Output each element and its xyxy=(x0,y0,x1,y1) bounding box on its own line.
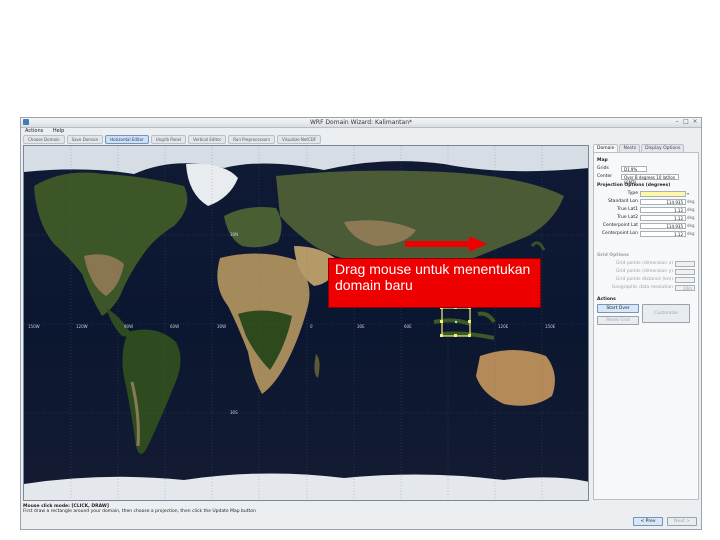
grids-select[interactable]: D1.9% xyxy=(621,165,647,172)
tab-run-preprocessors[interactable]: Run Preprocessors xyxy=(228,135,276,144)
domain-center-point xyxy=(454,320,458,324)
grid-y-input[interactable] xyxy=(675,268,695,275)
centerpoint-lon-label: Centerpoint Lon xyxy=(601,231,638,236)
reset-grid-button[interactable]: Reset Grid xyxy=(597,316,639,325)
customize-button[interactable]: Customize xyxy=(642,304,690,323)
window-title: WRF Domain Wizard: Kalimantan* xyxy=(309,119,413,126)
dropdown-arrow-icon[interactable]: ▾ xyxy=(686,191,695,196)
true-lat1-label: True Lat1 xyxy=(617,207,638,212)
standard-lon-label: Standard Lon xyxy=(608,199,638,204)
tab-ungrib-panel[interactable]: Ungrib Panel xyxy=(150,135,187,144)
type-label: Type xyxy=(627,191,638,196)
true-lat2-unit: deg xyxy=(687,215,695,220)
geo-resolution-select[interactable]: 10m xyxy=(675,284,695,291)
domain-options-panel: Domain Nests Display Options Map Grids D… xyxy=(593,144,699,502)
lon-label-30w: 30W xyxy=(217,324,227,329)
next-button[interactable]: Next > xyxy=(667,517,697,526)
wizard-nav: < Prev Next > xyxy=(633,517,697,526)
tab-save-domain[interactable]: Save Domain xyxy=(66,135,104,144)
world-map-canvas[interactable]: 150W 120W 90W 60W 30W 0 30E 60E 120E 150… xyxy=(23,145,589,501)
centerpoint-lat-input[interactable]: 114.935 xyxy=(640,222,686,229)
tab-choose-domain[interactable]: Choose Domain xyxy=(23,135,65,144)
lon-label-150w: 150W xyxy=(28,324,40,329)
standard-lon-unit: deg xyxy=(687,199,695,204)
actions-section-title: Actions xyxy=(597,297,616,302)
menu-actions[interactable]: Actions xyxy=(25,128,43,134)
step-tabs: Choose Domain Save Domain Horizontal Edi… xyxy=(23,135,322,144)
projection-section-title: Projection Options (degrees) xyxy=(597,183,671,188)
lon-label-90w: 90W xyxy=(124,324,134,329)
grid-x-label: Grid points (dimension x) xyxy=(615,261,673,266)
centerpoint-lon-unit: deg xyxy=(687,231,695,236)
instruction-text: First draw a rectangle around your domai… xyxy=(23,509,256,514)
lon-label-30e: 30E xyxy=(357,324,365,329)
menu-help[interactable]: Help xyxy=(53,128,64,134)
grid-options-title: Grid Options xyxy=(597,253,629,258)
grid-distance-label: Grid points distance (km) xyxy=(615,277,673,282)
grids-label: Grids xyxy=(597,166,609,171)
menu-bar: Actions Help xyxy=(21,127,701,135)
tab-horizontal-editor[interactable]: Horizontal Editor xyxy=(105,135,149,144)
start-over-button[interactable]: Start Over xyxy=(597,304,639,313)
tab-domain[interactable]: Domain xyxy=(593,144,619,152)
wrf-domain-wizard-window: WRF Domain Wizard: Kalimantan* – □ × Act… xyxy=(20,117,702,530)
tab-visualize-netcdf[interactable]: Visualize NetCDF xyxy=(277,135,322,144)
grid-y-label: Grid points (dimension y) xyxy=(615,269,673,274)
standard-lon-input[interactable]: 114.935 xyxy=(640,198,686,205)
red-arrow-icon xyxy=(405,236,487,252)
status-area: Mouse click mode: [CLICK, DRAW] First dr… xyxy=(23,504,699,520)
lon-label-60e: 60E xyxy=(404,324,412,329)
centerpoint-lat-unit: deg xyxy=(687,223,695,228)
true-lat1-input[interactable]: 1.12 xyxy=(640,206,686,213)
lat-label-30s: 30S xyxy=(230,410,238,415)
lon-label-120e: 120E xyxy=(498,324,509,329)
minimize-icon[interactable]: – xyxy=(674,119,680,125)
map-section-title: Map xyxy=(597,158,608,163)
tab-nests[interactable]: Nests xyxy=(619,144,641,152)
grid-x-input[interactable] xyxy=(675,260,695,267)
lon-label-150e: 150E xyxy=(545,324,556,329)
center-label: Center xyxy=(597,174,613,179)
true-lat1-unit: deg xyxy=(687,207,695,212)
projection-type-select[interactable] xyxy=(640,190,686,197)
prev-button[interactable]: < Prev xyxy=(633,517,663,526)
lon-label-60w: 60W xyxy=(170,324,180,329)
maximize-icon[interactable]: □ xyxy=(683,119,689,125)
tab-vertical-editor[interactable]: Vertical Editor xyxy=(188,135,227,144)
close-icon[interactable]: × xyxy=(692,119,698,125)
true-lat2-label: True Lat2 xyxy=(617,215,638,220)
centerpoint-lon-input[interactable]: 1.12 xyxy=(640,230,686,237)
geo-resolution-label: Geographic data resolution xyxy=(611,285,673,290)
lon-label-0: 0 xyxy=(310,324,313,329)
grid-distance-input[interactable] xyxy=(675,276,695,283)
instruction-callout: Drag mouse untuk menentukan domain baru xyxy=(328,258,541,308)
centerpoint-lat-label: Centerpoint Lat xyxy=(602,223,638,228)
center-select[interactable]: Over B degrees 10 lat/lon (GMT) xyxy=(621,173,679,185)
true-lat2-input[interactable]: 1.12 xyxy=(640,214,686,221)
tab-display-options[interactable]: Display Options xyxy=(641,144,685,152)
lon-label-120w: 120W xyxy=(76,324,88,329)
lat-label-30n: 30N xyxy=(230,232,239,237)
